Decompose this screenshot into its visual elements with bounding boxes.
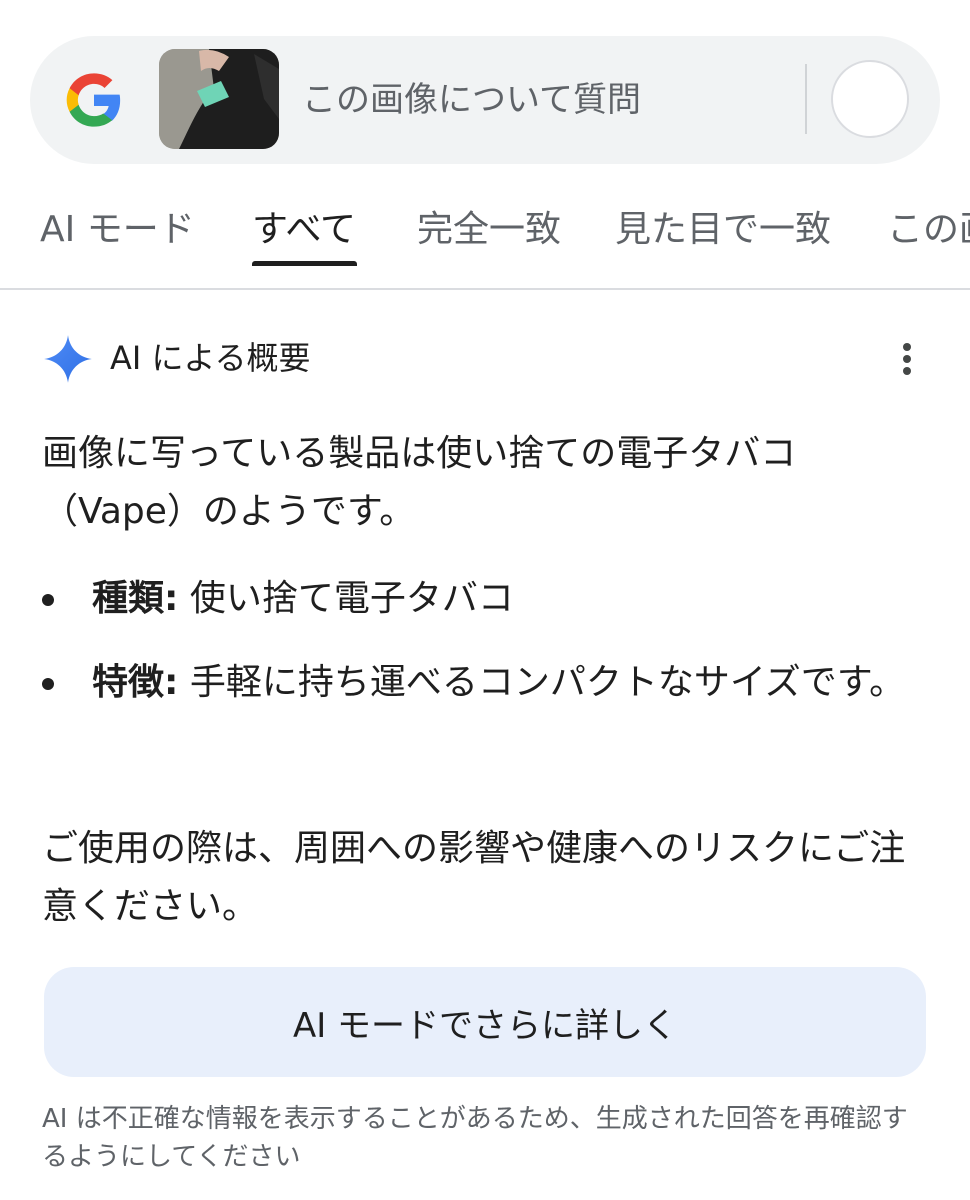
ai-mode-more-button[interactable]: AI モードでさらに詳しく (44, 967, 926, 1077)
search-input[interactable]: この画像について質問 (302, 78, 641, 122)
page: この画像について質問 AI モード すべて 完全一致 見た目で一致 この画 AI… (0, 0, 970, 1200)
filter-tabs: AI モード すべて 完全一致 見た目で一致 この画 (0, 180, 970, 290)
tab-exact-match[interactable]: 完全一致 (417, 208, 561, 252)
ai-disclaimer: AI は不正確な情報を表示することがあるため、生成された回答を再確認するようにし… (42, 1104, 908, 1172)
account-avatar[interactable] (831, 60, 909, 138)
tab-visual-match[interactable]: 見た目で一致 (615, 208, 831, 252)
bullet-label: 特徴: (92, 662, 179, 703)
search-divider (805, 64, 807, 134)
list-item: 種類: 使い捨て電子タバコ (42, 570, 922, 628)
google-logo-icon (66, 73, 121, 127)
tab-about-this-image[interactable]: この画 (887, 208, 970, 252)
ai-overview-intro: 画像に写っている製品は使い捨ての電子タバコ（Vape）のようです。 (42, 433, 797, 532)
tabs-divider (0, 288, 970, 290)
more-vert-icon[interactable] (895, 340, 919, 380)
ai-overview-title: AI による概要 (110, 339, 311, 377)
bullet-icon (42, 678, 54, 690)
list-item: 特徴: 手軽に持ち運べるコンパクトなサイズです。 (42, 654, 922, 712)
ai-overview-caution: ご使用の際は、周囲への影響や健康へのリスクにご注意ください。 (42, 828, 906, 927)
bullet-icon (42, 594, 54, 606)
tab-all[interactable]: すべて (252, 208, 356, 252)
ai-overview-bullets: 種類: 使い捨て電子タバコ 特徴: 手軽に持ち運べるコンパクトなサイズです。 (42, 570, 922, 738)
ai-mode-button-label: AI モードでさらに詳しく (292, 1005, 678, 1046)
vape-photo (159, 49, 279, 149)
bullet-text: 使い捨て電子タバコ (178, 578, 514, 619)
bullet-label: 種類: (92, 578, 179, 619)
active-tab-indicator (252, 261, 357, 266)
gemini-spark-icon (44, 335, 92, 383)
bullet-text: 手軽に持ち運べるコンパクトなサイズです。 (178, 662, 906, 703)
tab-ai-mode[interactable]: AI モード (40, 208, 195, 252)
query-image-thumbnail[interactable] (159, 49, 279, 149)
